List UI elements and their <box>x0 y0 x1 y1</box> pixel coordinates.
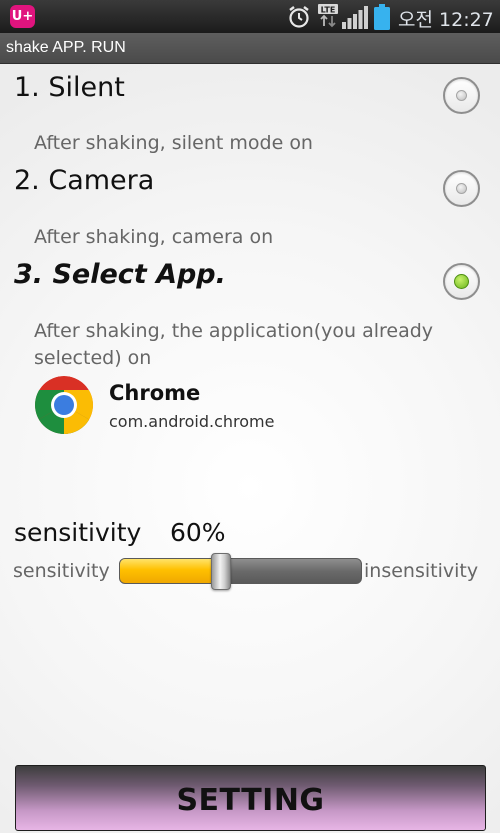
option-camera-radio[interactable] <box>443 170 480 207</box>
sensitivity-label: sensitivity <box>14 518 142 547</box>
app-title-bar: shake APP. RUN <box>0 33 500 64</box>
lte-icon: LTE <box>318 4 338 33</box>
chrome-icon <box>35 376 93 434</box>
alarm-clock-icon <box>289 6 309 28</box>
option-camera-description: After shaking, camera on <box>34 226 274 248</box>
sensitivity-value: 60% <box>170 518 226 547</box>
option-camera-title[interactable]: 2. Camera <box>14 165 154 196</box>
selected-app-package: com.android.chrome <box>109 412 275 431</box>
radio-dot <box>456 90 467 101</box>
setting-button-label: SETTING <box>176 783 325 818</box>
status-ampm: 오전 <box>398 9 433 31</box>
slider-fill <box>120 559 221 583</box>
radio-dot-checked <box>454 274 469 289</box>
slider-min-label: sensitivity <box>13 560 110 582</box>
selected-app-name: Chrome <box>109 381 201 405</box>
radio-dot <box>456 183 467 194</box>
option-silent-description: After shaking, silent mode on <box>34 132 313 154</box>
option-select-app-description: After shaking, the application(you alrea… <box>34 320 434 369</box>
option-select-app-radio[interactable] <box>443 263 480 300</box>
lte-label: LTE <box>321 6 336 15</box>
sensitivity-slider[interactable] <box>119 553 362 590</box>
setting-button[interactable]: SETTING <box>15 765 486 831</box>
option-select-app-title[interactable]: 3. Select App. <box>14 259 226 290</box>
status-bar: U+ LTE 오전 12:27 <box>0 0 500 33</box>
option-silent-radio[interactable] <box>443 77 480 114</box>
slider-thumb[interactable] <box>211 553 231 590</box>
signal-strength-icon <box>342 6 368 29</box>
carrier-logo: U+ <box>10 5 35 28</box>
app-title: shake APP. RUN <box>6 39 126 56</box>
battery-icon <box>374 4 390 30</box>
option-silent-title[interactable]: 1. Silent <box>14 72 125 103</box>
main-content: 1. Silent After shaking, silent mode on … <box>0 64 500 833</box>
status-time: 12:27 <box>439 9 494 31</box>
slider-max-label: insensitivity <box>364 560 479 582</box>
